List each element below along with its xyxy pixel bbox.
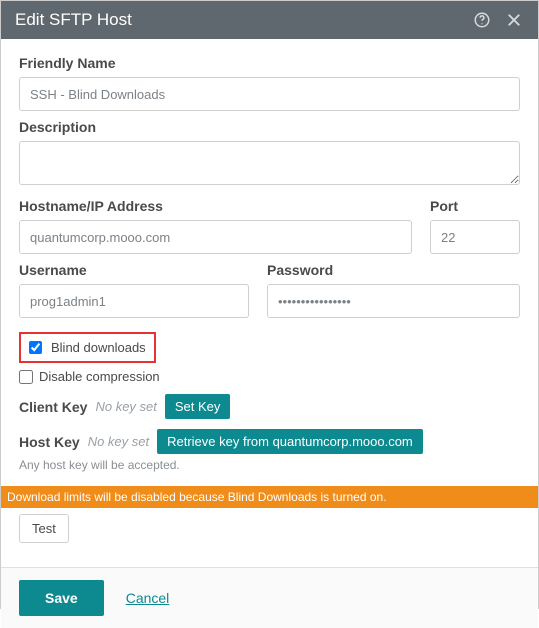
host-key-note: Any host key will be accepted. [19, 458, 520, 472]
close-icon[interactable] [502, 8, 526, 32]
password-label: Password [267, 262, 520, 278]
username-input[interactable] [19, 284, 249, 318]
blind-downloads-label: Blind downloads [51, 340, 146, 355]
friendly-name-input[interactable] [19, 77, 520, 111]
friendly-name-label: Friendly Name [19, 55, 520, 71]
retrieve-key-button[interactable]: Retrieve key from quantumcorp.mooo.com [157, 429, 423, 454]
dialog-title: Edit SFTP Host [15, 10, 132, 30]
description-input[interactable] [19, 141, 520, 185]
username-label: Username [19, 262, 249, 278]
disable-compression-label: Disable compression [39, 369, 160, 384]
disable-compression-checkbox[interactable] [19, 370, 33, 384]
description-label: Description [19, 119, 520, 135]
cancel-link[interactable]: Cancel [126, 590, 170, 606]
client-key-status: No key set [95, 399, 156, 414]
port-input[interactable] [430, 220, 520, 254]
save-button[interactable]: Save [19, 580, 104, 616]
test-button[interactable]: Test [19, 514, 69, 543]
client-key-label: Client Key [19, 399, 87, 415]
blind-downloads-highlight: Blind downloads [19, 332, 156, 363]
hostname-input[interactable] [19, 220, 412, 254]
host-key-status: No key set [88, 434, 149, 449]
hostname-label: Hostname/IP Address [19, 198, 412, 214]
dialog-titlebar: Edit SFTP Host [1, 1, 538, 39]
set-key-button[interactable]: Set Key [165, 394, 231, 419]
dialog-footer: Save Cancel [1, 567, 538, 628]
port-label: Port [430, 198, 520, 214]
warning-banner: Download limits will be disabled because… [1, 486, 538, 508]
host-key-label: Host Key [19, 434, 80, 450]
help-icon[interactable] [470, 8, 494, 32]
password-input[interactable] [267, 284, 520, 318]
blind-downloads-checkbox[interactable] [29, 341, 42, 354]
